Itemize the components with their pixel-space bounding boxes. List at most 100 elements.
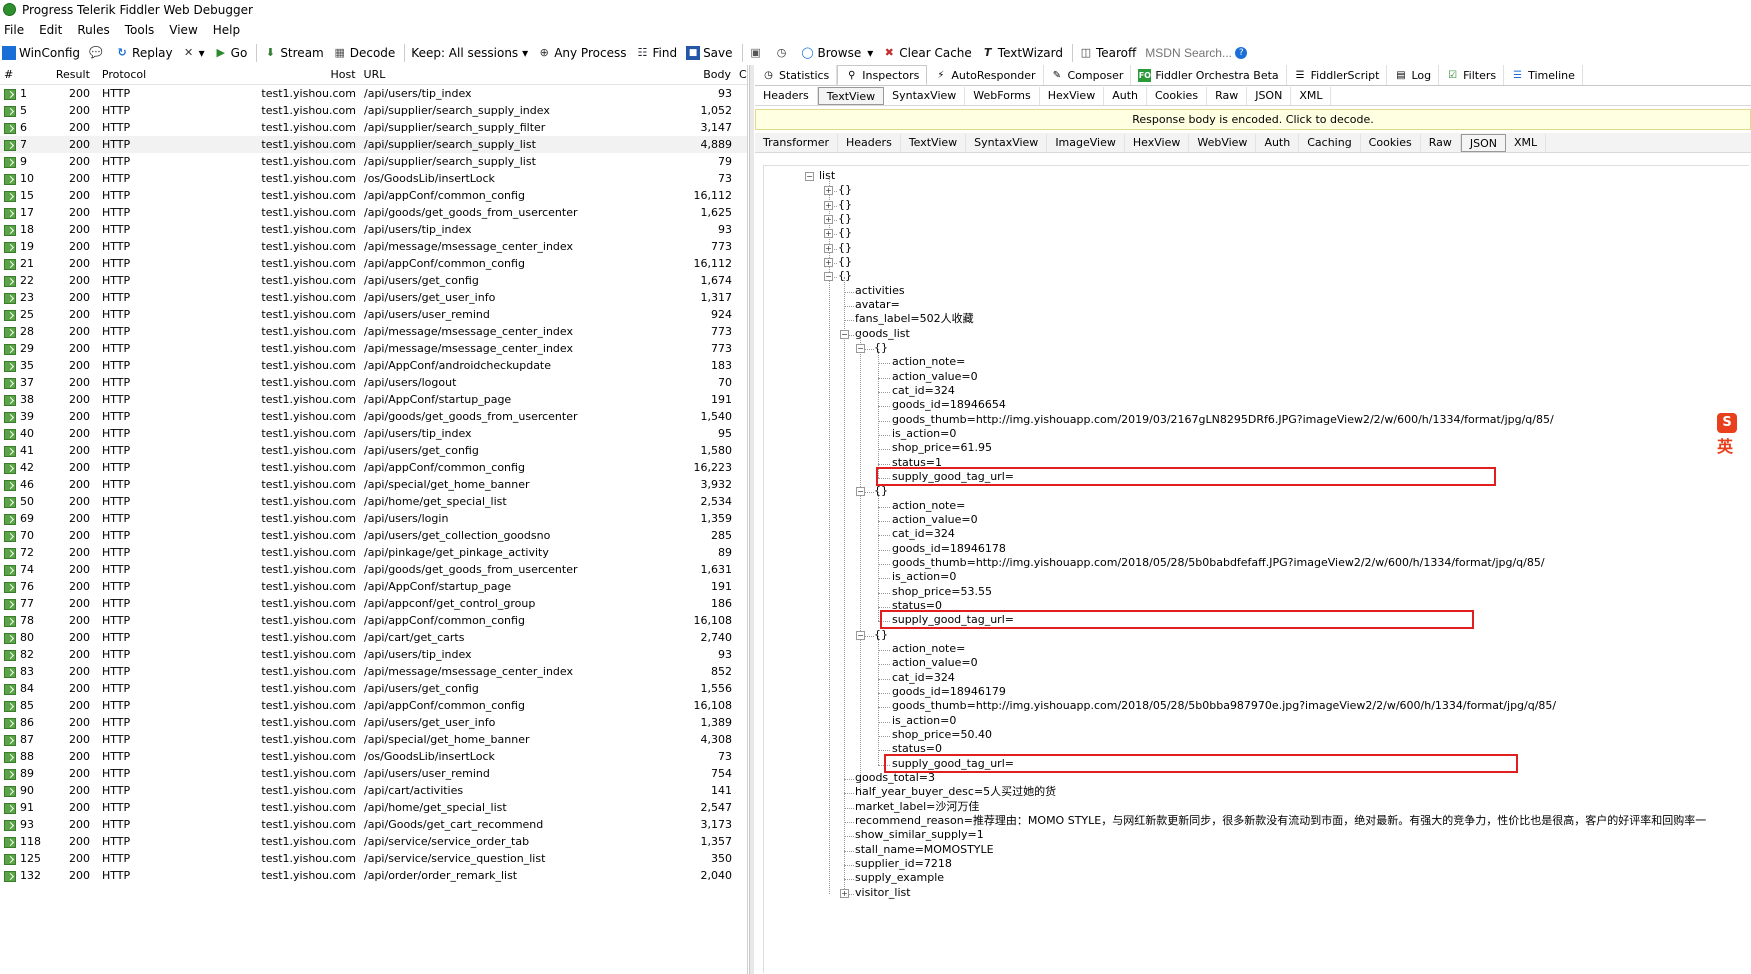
object-expander[interactable]: + [824,243,833,253]
response-tab-auth[interactable]: Auth [1256,133,1300,152]
column-header-number[interactable]: # [0,68,42,81]
session-row[interactable]: 7 200 HTTP test1.yishou.com/api/supplier/se… [0,136,747,153]
response-tab-textview[interactable]: TextView [901,133,967,152]
session-row[interactable]: 19 200 HTTP test1.yishou.com/api/message/ms… [0,238,747,255]
tab-timeline[interactable]: ☰ Timeline [1504,65,1583,85]
session-row[interactable]: 69 200 HTTP test1.yishou.com/api/users/logi… [0,510,747,527]
column-header-body[interactable]: Body [669,68,731,81]
decode-button[interactable]: ▦ Decode [333,46,396,60]
session-row[interactable]: 85 200 HTTP test1.yishou.com/api/appConf/co… [0,697,747,714]
response-tab-headers[interactable]: Headers [838,133,901,152]
remove-button[interactable]: ✕ ▾ [182,46,205,60]
session-row[interactable]: 29 200 HTTP test1.yishou.com/api/message/ms… [0,340,747,357]
menu-file[interactable]: File [4,23,24,37]
response-tab-hexview[interactable]: HexView [1125,133,1190,152]
request-tab-json[interactable]: JSON [1247,86,1292,105]
session-row[interactable]: 15 200 HTTP test1.yishou.com/api/appConf/co… [0,187,747,204]
winconfig-button[interactable]: WinConfig [2,46,80,60]
find-button[interactable]: ☷ Find [635,46,678,60]
session-row[interactable]: 82 200 HTTP test1.yishou.com/api/users/tip_… [0,646,747,663]
session-row[interactable]: 42 200 HTTP test1.yishou.com/api/appConf/co… [0,459,747,476]
tree-node-visitor-list[interactable]: visitor_list [855,885,911,901]
visitor-list-expander[interactable]: + [840,888,849,898]
session-row[interactable]: 125 200 HTTP test1.yishou.com/api/service/s… [0,850,747,867]
tree-node-goods-item[interactable]: {} [874,340,888,356]
tab-fiddlerscript[interactable]: ☰ FiddlerScript [1287,65,1388,85]
tree-node-object[interactable]: {} [838,268,852,284]
session-row[interactable]: 77 200 HTTP test1.yishou.com/api/appconf/ge… [0,595,747,612]
response-tab-webview[interactable]: WebView [1189,133,1257,152]
session-row[interactable]: 23 200 HTTP test1.yishou.com/api/users/get_… [0,289,747,306]
tab-inspectors[interactable]: ⚲ Inspectors [837,65,928,85]
object-expander[interactable]: + [824,200,833,210]
column-header-host[interactable]: Host [152,68,364,81]
request-tab-webforms[interactable]: WebForms [965,86,1040,105]
browse-button[interactable]: ◯ Browse ▾ [801,46,873,60]
tree-node-list[interactable]: list [819,168,835,184]
session-row[interactable]: 35 200 HTTP test1.yishou.com/api/AppConf/an… [0,357,747,374]
screenshot-button[interactable]: ▣ [749,46,766,60]
pane-splitter[interactable] [749,65,754,974]
response-tab-caching[interactable]: Caching [1299,133,1361,152]
session-row[interactable]: 88 200 HTTP test1.yishou.com/os/GoodsLib/in… [0,748,747,765]
request-tab-raw[interactable]: Raw [1207,86,1248,105]
object-expander[interactable]: − [824,272,833,282]
stream-button[interactable]: ⬇ Stream [263,46,324,60]
response-tab-json[interactable]: JSON [1460,133,1507,152]
session-row[interactable]: 21 200 HTTP test1.yishou.com/api/appConf/co… [0,255,747,272]
textwizard-button[interactable]: T TextWizard [981,46,1063,60]
object-expander[interactable]: + [824,186,833,196]
object-expander[interactable]: + [824,214,833,224]
tab-autoresponder[interactable]: ⚡ AutoResponder [927,65,1044,85]
session-row[interactable]: 25 200 HTTP test1.yishou.com/api/users/user… [0,306,747,323]
menu-help[interactable]: Help [213,23,240,37]
menu-tools[interactable]: Tools [125,23,155,37]
list-expander[interactable]: − [805,172,814,181]
clear-cache-button[interactable]: ✖ Clear Cache [882,46,972,60]
session-row[interactable]: 89 200 HTTP test1.yishou.com/api/users/user… [0,765,747,782]
column-header-protocol[interactable]: Protocol [92,68,152,81]
object-expander[interactable]: + [824,257,833,267]
any-process-button[interactable]: ⊕ Any Process [537,46,627,60]
request-tab-hexview[interactable]: HexView [1040,86,1105,105]
menu-edit[interactable]: Edit [39,23,62,37]
session-row[interactable]: 5 200 HTTP test1.yishou.com/api/supplier/se… [0,102,747,119]
response-tab-syntaxview[interactable]: SyntaxView [966,133,1048,152]
request-tab-auth[interactable]: Auth [1104,86,1147,105]
session-row[interactable]: 93 200 HTTP test1.yishou.com/api/Goods/get_… [0,816,747,833]
replay-button[interactable]: ↻ Replay [115,46,172,60]
tab-orchestra[interactable]: FO Fiddler Orchestra Beta [1131,65,1287,85]
goods-list-expander[interactable]: − [840,329,849,339]
session-row[interactable]: 46 200 HTTP test1.yishou.com/api/special/ge… [0,476,747,493]
session-row[interactable]: 90 200 HTTP test1.yishou.com/api/cart/activ… [0,782,747,799]
session-row[interactable]: 10 200 HTTP test1.yishou.com/os/GoodsLib/in… [0,170,747,187]
session-row[interactable]: 38 200 HTTP test1.yishou.com/api/AppConf/st… [0,391,747,408]
column-header-result[interactable]: Result [42,68,92,81]
help-icon[interactable]: ? [1235,47,1248,59]
session-row[interactable]: 72 200 HTTP test1.yishou.com/api/pinkage/ge… [0,544,747,561]
session-row[interactable]: 39 200 HTTP test1.yishou.com/api/goods/get_… [0,408,747,425]
session-row[interactable]: 28 200 HTTP test1.yishou.com/api/message/ms… [0,323,747,340]
request-tab-headers[interactable]: Headers [755,86,818,105]
request-tab-textview[interactable]: TextView [817,86,885,105]
session-row[interactable]: 76 200 HTTP test1.yishou.com/api/AppConf/st… [0,578,747,595]
request-tab-cookies[interactable]: Cookies [1147,86,1208,105]
session-row[interactable]: 80 200 HTTP test1.yishou.com/api/cart/get_c… [0,629,747,646]
tree-node-goods-thumb[interactable]: goods_thumb=http://img.yishouapp.com/201… [892,412,1554,428]
msdn-search-input[interactable] [1145,46,1236,60]
session-row[interactable]: 91 200 HTTP test1.yishou.com/api/home/get_s… [0,799,747,816]
timer-button[interactable]: ◷ [775,46,792,60]
goods-item-expander[interactable]: − [856,343,865,353]
sogou-ime-badge[interactable]: S英 [1717,411,1751,456]
tab-composer[interactable]: ✎ Composer [1044,65,1132,85]
save-button[interactable]: ■ Save [686,46,733,60]
object-expander[interactable]: + [824,229,833,239]
session-row[interactable]: 87 200 HTTP test1.yishou.com/api/special/ge… [0,731,747,748]
session-row[interactable]: 9 200 HTTP test1.yishou.com/api/supplier/se… [0,153,747,170]
response-tab-transformer[interactable]: Transformer [755,133,839,152]
session-row[interactable]: 84 200 HTTP test1.yishou.com/api/users/get_… [0,680,747,697]
session-row[interactable]: 70 200 HTTP test1.yishou.com/api/users/get_… [0,527,747,544]
decode-banner[interactable]: Response body is encoded. Click to decod… [755,109,1751,130]
goods-item-expander[interactable]: − [856,630,865,640]
tree-node-goods-thumb[interactable]: goods_thumb=http://img.yishouapp.com/201… [892,555,1545,571]
